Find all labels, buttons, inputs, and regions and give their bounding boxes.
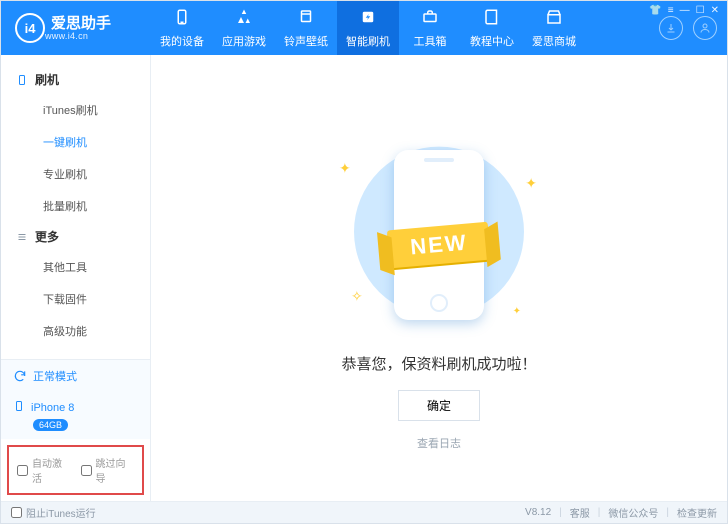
toolbox-icon <box>421 8 439 29</box>
win-min-icon[interactable]: — <box>680 5 690 16</box>
sidebar-device-card[interactable]: iPhone 8 64GB <box>1 392 150 439</box>
separator: | <box>559 507 562 518</box>
ok-button[interactable]: 确定 <box>398 390 480 421</box>
win-tshirt-icon[interactable]: 👕 <box>649 5 661 16</box>
app-subtitle: www.i4.cn <box>45 31 111 41</box>
footer-link-wechat[interactable]: 微信公众号 <box>608 505 658 520</box>
auto-activate-label: 自动激活 <box>32 455 71 485</box>
device-storage-badge: 64GB <box>33 419 68 431</box>
sidebar-item-pro-flash[interactable]: 专业刷机 <box>1 158 150 190</box>
block-itunes-label: 阻止iTunes运行 <box>26 505 96 520</box>
block-itunes-input[interactable] <box>11 507 22 518</box>
apps-icon <box>235 8 253 29</box>
nav-label: 爱思商城 <box>532 33 576 49</box>
nav-store[interactable]: 爱思商城 <box>523 1 585 55</box>
nav-label: 工具箱 <box>414 33 447 49</box>
flash-icon <box>359 8 377 29</box>
sidebar-item-download-fw[interactable]: 下载固件 <box>1 283 150 315</box>
sidebar-options-box: 自动激活 跳过向导 <box>7 445 144 495</box>
sidebar-mode-label: 正常模式 <box>33 368 77 384</box>
nav-label: 教程中心 <box>470 33 514 49</box>
win-max-icon[interactable]: ☐ <box>696 5 705 16</box>
sparkle-icon: ✦ <box>525 175 537 192</box>
music-icon <box>297 8 315 29</box>
separator: | <box>598 507 601 518</box>
nav-label: 我的设备 <box>160 33 204 49</box>
nav-label: 铃声壁纸 <box>284 33 328 49</box>
nav-tutorial[interactable]: 教程中心 <box>461 1 523 55</box>
skip-guide-label: 跳过向导 <box>96 455 135 485</box>
sidebar-section-label: 更多 <box>35 228 59 245</box>
sidebar-item-batch-flash[interactable]: 批量刷机 <box>1 190 150 222</box>
nav-toolbox[interactable]: 工具箱 <box>399 1 461 55</box>
skip-guide-input[interactable] <box>81 465 92 476</box>
app-title: 爱思助手 <box>51 16 111 31</box>
sparkle-icon: ✦ <box>339 160 351 177</box>
phone-outline-icon <box>15 74 29 86</box>
device-phone-icon <box>13 400 25 415</box>
sidebar-item-advanced[interactable]: 高级功能 <box>1 315 150 347</box>
device-name: iPhone 8 <box>31 402 74 414</box>
book-icon <box>483 8 501 29</box>
win-menu-icon[interactable]: ≡ <box>668 5 674 16</box>
sidebar-item-oneclick-flash[interactable]: 一键刷机 <box>1 126 150 158</box>
sparkle-icon: ✧ <box>351 288 363 305</box>
success-illustration: NEW ✦ ✦ ✧ ✦ <box>319 135 559 335</box>
nav-ringtone[interactable]: 铃声壁纸 <box>275 1 337 55</box>
view-log-link[interactable]: 查看日志 <box>417 435 461 451</box>
win-close-icon[interactable]: ✕ <box>711 5 719 16</box>
separator: | <box>666 507 669 518</box>
success-message: 恭喜您，保资料刷机成功啦！ <box>341 353 536 374</box>
download-button[interactable] <box>659 16 683 40</box>
block-itunes-checkbox[interactable]: 阻止iTunes运行 <box>11 505 96 520</box>
logo-mark-icon: i4 <box>15 13 45 43</box>
main-nav: 我的设备 应用游戏 铃声壁纸 智能刷机 工具箱 教程中心 <box>151 1 585 55</box>
sidebar-mode-status[interactable]: 正常模式 <box>1 360 150 392</box>
phone-icon <box>173 8 191 29</box>
sidebar-section-flash: 刷机 <box>1 65 150 94</box>
list-icon <box>15 231 29 243</box>
nav-my-device[interactable]: 我的设备 <box>151 1 213 55</box>
nav-apps[interactable]: 应用游戏 <box>213 1 275 55</box>
refresh-icon <box>13 369 27 383</box>
auto-activate-checkbox[interactable]: 自动激活 <box>17 455 71 485</box>
version-label: V8.12 <box>525 507 551 518</box>
footer-link-support[interactable]: 客服 <box>570 505 590 520</box>
sidebar-item-other-tools[interactable]: 其他工具 <box>1 251 150 283</box>
nav-label: 智能刷机 <box>346 33 390 49</box>
auto-activate-input[interactable] <box>17 465 28 476</box>
skip-guide-checkbox[interactable]: 跳过向导 <box>81 455 135 485</box>
sparkle-icon: ✦ <box>513 306 521 317</box>
account-button[interactable] <box>693 16 717 40</box>
nav-smart-flash[interactable]: 智能刷机 <box>337 1 399 55</box>
store-icon <box>545 8 563 29</box>
nav-label: 应用游戏 <box>222 33 266 49</box>
footer-link-check-update[interactable]: 检查更新 <box>677 505 717 520</box>
sidebar-item-itunes-flash[interactable]: iTunes刷机 <box>1 94 150 126</box>
app-logo: i4 爱思助手 www.i4.cn <box>1 13 151 43</box>
sidebar-section-more: 更多 <box>1 222 150 251</box>
sidebar-section-label: 刷机 <box>35 71 59 88</box>
